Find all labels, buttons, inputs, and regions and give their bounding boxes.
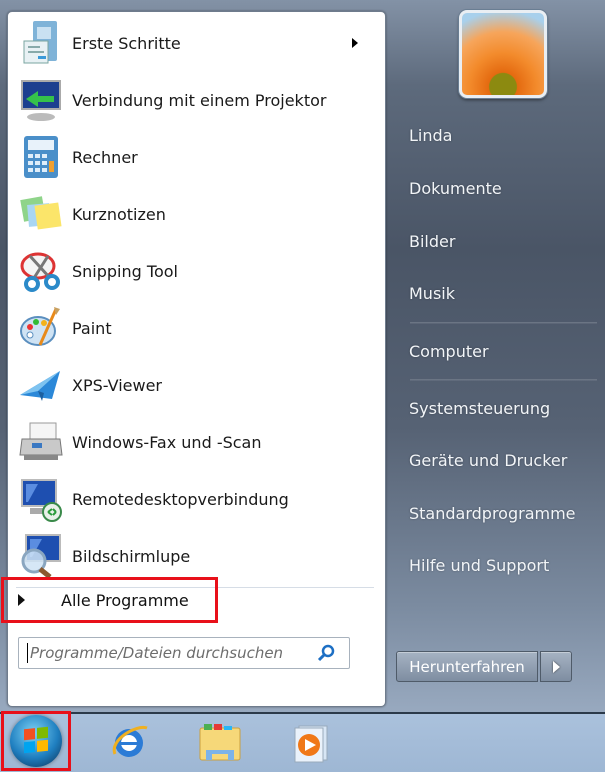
media-player-icon[interactable] <box>286 717 336 767</box>
expand-arrow-icon <box>18 594 25 606</box>
right-item-geraete-drucker[interactable]: Geräte und Drucker <box>409 451 567 470</box>
right-item-bilder[interactable]: Bilder <box>409 232 455 251</box>
sticky-notes-icon <box>16 189 66 239</box>
magnifier-icon <box>16 531 66 581</box>
right-item-user[interactable]: Linda <box>409 126 452 145</box>
all-programs-label: Alle Programme <box>61 590 189 610</box>
all-programs-button[interactable]: Alle Programme <box>1 577 218 623</box>
paint-palette-icon <box>16 303 66 353</box>
right-item-hilfe-support[interactable]: Hilfe und Support <box>409 556 549 575</box>
search-box[interactable] <box>18 637 350 669</box>
program-item-fax-scan[interactable]: Windows-Fax und -Scan <box>16 414 376 470</box>
shutdown-button[interactable]: Herunterfahren <box>396 651 538 682</box>
program-label: Snipping Tool <box>72 261 178 281</box>
right-item-musik[interactable]: Musik <box>409 284 455 303</box>
arrow-right-icon <box>552 660 560 673</box>
program-label: Verbindung mit einem Projektor <box>72 90 327 110</box>
program-item-paint[interactable]: Paint <box>16 300 376 356</box>
scissors-icon <box>16 246 66 296</box>
program-item-xps-viewer[interactable]: XPS-Viewer <box>16 357 376 413</box>
right-divider <box>410 322 597 323</box>
start-button[interactable] <box>1 711 71 771</box>
program-label: Rechner <box>72 147 138 167</box>
program-item-kurznotizen[interactable]: Kurznotizen <box>16 186 376 242</box>
user-avatar[interactable] <box>459 10 547 98</box>
right-item-computer[interactable]: Computer <box>409 342 489 361</box>
program-item-rechner[interactable]: Rechner <box>16 129 376 185</box>
program-label: Paint <box>72 318 112 338</box>
xps-viewer-icon <box>16 360 66 410</box>
program-label: Kurznotizen <box>72 204 166 224</box>
program-item-bildschirmlupe[interactable]: Bildschirmlupe <box>16 528 376 584</box>
program-item-remotedesktop[interactable]: Remotedesktopverbindung <box>16 471 376 527</box>
calculator-icon <box>16 132 66 182</box>
program-label: Bildschirmlupe <box>72 546 191 566</box>
shutdown-group: Herunterfahren <box>396 651 572 682</box>
windows-orb-icon <box>10 715 62 767</box>
fax-scanner-icon <box>16 417 66 467</box>
program-label: Windows-Fax und -Scan <box>72 432 262 452</box>
search-input[interactable] <box>28 644 317 662</box>
program-label: Erste Schritte <box>72 33 181 53</box>
program-item-snipping-tool[interactable]: Snipping Tool <box>16 243 376 299</box>
projector-icon <box>16 75 66 125</box>
getting-started-icon <box>16 18 66 68</box>
right-item-dokumente[interactable]: Dokumente <box>409 179 502 198</box>
windows-explorer-icon[interactable] <box>195 717 245 767</box>
right-item-systemsteuerung[interactable]: Systemsteuerung <box>409 399 550 418</box>
shutdown-options-button[interactable] <box>540 651 572 682</box>
program-label: Remotedesktopverbindung <box>72 489 289 509</box>
program-label: XPS-Viewer <box>72 375 162 395</box>
right-divider <box>410 379 597 380</box>
internet-explorer-icon[interactable] <box>104 717 154 767</box>
submenu-arrow-icon[interactable] <box>352 38 358 48</box>
right-item-standardprogramme[interactable]: Standardprogramme <box>409 504 576 523</box>
program-item-projektor[interactable]: Verbindung mit einem Projektor <box>16 72 376 128</box>
program-item-erste-schritte[interactable]: Erste Schritte <box>16 15 376 71</box>
remote-desktop-icon <box>16 474 66 524</box>
search-icon[interactable] <box>317 644 335 662</box>
